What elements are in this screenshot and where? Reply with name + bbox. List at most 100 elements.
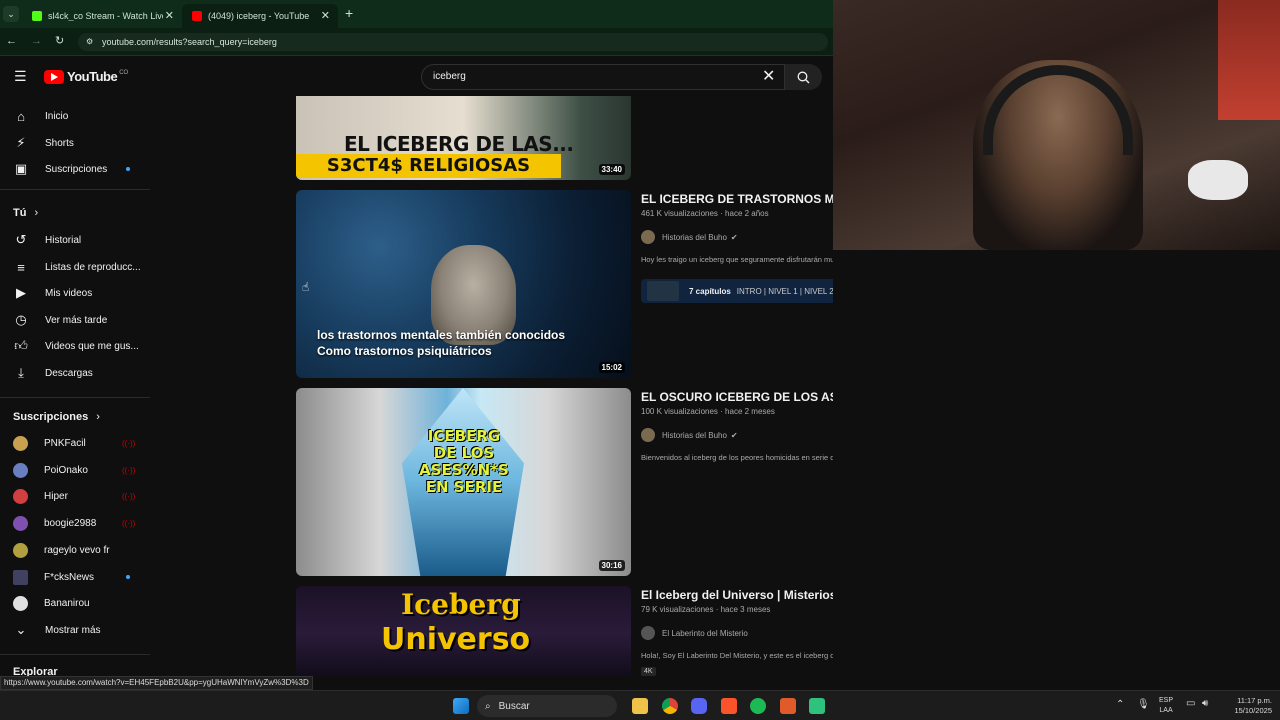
sidebar-item-label: Ver más tarde bbox=[45, 314, 108, 326]
channel-name: F*cksNews bbox=[44, 571, 95, 583]
duration-badge: 30:16 bbox=[598, 560, 625, 571]
network-icon[interactable]: ▭ bbox=[1186, 698, 1195, 709]
background-decor bbox=[1218, 0, 1280, 120]
avatar bbox=[13, 595, 28, 611]
sidebar-item-subscriptions[interactable]: ▣ Suscripciones bbox=[0, 156, 150, 182]
chapters-bar[interactable]: 7 capítulos INTRO | NIVEL 1 | NIVEL 2 | … bbox=[641, 279, 833, 303]
sidebar-item-label: Inicio bbox=[45, 110, 69, 122]
search-input[interactable]: iceberg ✕ bbox=[421, 64, 785, 90]
duration-badge: 15:02 bbox=[598, 362, 625, 373]
video-meta: 100 K visualizaciones · hace 2 meses bbox=[641, 407, 775, 416]
search-icon bbox=[797, 71, 810, 83]
channel-name: PoiOnako bbox=[44, 464, 88, 476]
chapters-count: 7 capítulos bbox=[689, 286, 731, 296]
watch-later-icon: ◷ bbox=[15, 312, 27, 327]
sidebar-item-watch-later[interactable]: ◷ Ver más tarde bbox=[0, 307, 150, 333]
new-tab-button[interactable]: + bbox=[345, 5, 353, 21]
channel-name: PNKFacil bbox=[44, 437, 86, 449]
taskbar-search[interactable]: ⌕ Buscar bbox=[477, 695, 617, 717]
thumbnail-text: ICEBERG DE LOS ASES%N*S EN SERIE bbox=[419, 427, 509, 496]
windows-start-icon[interactable] bbox=[453, 698, 469, 714]
reload-icon[interactable]: ↻ bbox=[55, 34, 64, 47]
video-title[interactable]: El Iceberg del Universo | Misterios, Teo… bbox=[641, 588, 833, 602]
chevron-up-icon[interactable]: ⌃ bbox=[1116, 699, 1124, 710]
video-thumbnail[interactable]: ICEBERG DE LOS ASES%N*S EN SERIE 30:16 bbox=[296, 388, 631, 576]
sidebar-item-channel[interactable]: F*cksNews bbox=[0, 564, 150, 590]
tab-list-button[interactable]: ⌄ bbox=[3, 6, 19, 22]
volume-icon[interactable]: 🔊︎ bbox=[1202, 698, 1208, 709]
chrome-icon[interactable] bbox=[662, 698, 678, 714]
language-line-1: ESP bbox=[1159, 697, 1174, 704]
sidebar-item-your-videos[interactable]: ▶ Mis videos bbox=[0, 280, 150, 306]
sidebar-item-history[interactable]: ↺ Historial bbox=[0, 227, 150, 253]
video-title[interactable]: EL ICEBERG DE TRASTORNOS MENTALES bbox=[641, 192, 833, 206]
hand-cursor-icon: ☝ bbox=[302, 280, 310, 294]
clock[interactable]: 11:17 p.m. 15/10/2025 bbox=[1222, 696, 1272, 716]
subs-header-label: Suscripciones bbox=[13, 411, 89, 423]
background-decor bbox=[1188, 160, 1248, 200]
thumbnail-text: Iceberg bbox=[401, 588, 521, 621]
history-icon: ↺ bbox=[15, 232, 27, 247]
new-content-dot bbox=[126, 575, 130, 579]
thumbnail-text: EL ICEBERG DE LAS... bbox=[344, 132, 574, 156]
app-icon[interactable] bbox=[809, 698, 825, 714]
sidebar-item-channel[interactable]: Hiper ((·)) bbox=[0, 483, 150, 509]
video-title[interactable]: EL OSCURO ICEBERG DE LOS ASES%N*S EN SER… bbox=[641, 390, 833, 404]
video-thumbnail[interactable]: Iceberg Universo bbox=[296, 586, 631, 676]
sidebar-item-channel[interactable]: PoiOnako ((·)) bbox=[0, 457, 150, 483]
sidebar-item-playlists[interactable]: ≡ Listas de reproducc... bbox=[0, 254, 150, 280]
sidebar-item-home[interactable]: ⌂ Inicio bbox=[0, 103, 150, 129]
sidebar-item-shorts[interactable]: ⚡ Shorts bbox=[0, 130, 150, 156]
divider bbox=[0, 654, 150, 655]
video-thumbnail[interactable]: EL ICEBERG DE LAS... S3CT4$ RELIGIOSAS 3… bbox=[296, 96, 631, 180]
sidebar-item-downloads[interactable]: ⤓ Descargas bbox=[0, 360, 150, 386]
avatar bbox=[13, 435, 28, 451]
tab-youtube[interactable]: (4049) iceberg - YouTube ✕ bbox=[182, 4, 338, 28]
show-more-button[interactable]: ⌄ Mostrar más bbox=[0, 617, 150, 643]
video-meta: 79 K visualizaciones · hace 3 meses bbox=[641, 605, 771, 614]
brave-icon[interactable] bbox=[721, 698, 737, 714]
explore-header-label: Explorar bbox=[13, 666, 58, 676]
divider bbox=[0, 397, 150, 398]
language-indicator[interactable]: ESP LAA bbox=[1159, 696, 1173, 716]
thumbnail-text: Universo bbox=[381, 622, 531, 657]
shorts-icon: ⚡ bbox=[16, 135, 26, 150]
spotify-icon[interactable] bbox=[750, 698, 766, 714]
avatar bbox=[13, 542, 28, 558]
file-explorer-icon[interactable] bbox=[632, 698, 648, 714]
microphone-icon[interactable]: 🎙︎ bbox=[1137, 699, 1150, 710]
sidebar-item-channel[interactable]: boogie2988 ((·)) bbox=[0, 510, 150, 536]
shield-icon[interactable] bbox=[780, 698, 796, 714]
your-videos-icon: ▶ bbox=[16, 285, 26, 300]
sidebar-item-channel[interactable]: rageylo vevo fr bbox=[0, 537, 150, 563]
url-input[interactable]: ⚙ youtube.com/results?search_query=icebe… bbox=[78, 33, 828, 51]
site-info-icon[interactable]: ⚙ bbox=[86, 33, 93, 51]
close-icon[interactable]: ✕ bbox=[165, 9, 174, 22]
channel-link[interactable]: Historias del Buho ✔ bbox=[641, 230, 738, 244]
avatar bbox=[13, 462, 28, 478]
live-icon: ((·)) bbox=[122, 519, 136, 528]
sidebar-item-liked[interactable]: 👍︎ Videos que me gus... bbox=[0, 333, 150, 359]
playlists-icon: ≡ bbox=[17, 259, 25, 275]
tab-label: (4049) iceberg - YouTube bbox=[208, 11, 310, 21]
clear-search-icon[interactable]: ✕ bbox=[762, 65, 775, 89]
you-section-header[interactable]: Tú › bbox=[13, 207, 38, 219]
sidebar-item-channel[interactable]: PNKFacil ((·)) bbox=[0, 430, 150, 456]
forward-icon[interactable]: → bbox=[31, 35, 42, 47]
video-description: Bienvenidos al iceberg de los peores hom… bbox=[641, 453, 833, 462]
search-value: iceberg bbox=[433, 71, 466, 82]
search-button[interactable] bbox=[785, 64, 822, 90]
subscriptions-section-header[interactable]: Suscripciones › bbox=[13, 411, 100, 423]
sidebar-item-label: Mis videos bbox=[45, 287, 93, 299]
link-preview: https://www.youtube.com/watch?v=EH45FEpb… bbox=[0, 676, 313, 690]
video-thumbnail[interactable]: los trastornos mentales también conocido… bbox=[296, 190, 631, 378]
channel-link[interactable]: El Laberinto del Misterio bbox=[641, 626, 748, 640]
sidebar-item-channel[interactable]: Bananirou bbox=[0, 590, 150, 616]
close-icon[interactable]: ✕ bbox=[321, 9, 330, 22]
chevron-down-icon: ⌄ bbox=[15, 622, 27, 637]
back-icon[interactable]: ← bbox=[6, 35, 17, 47]
discord-icon[interactable] bbox=[691, 698, 707, 714]
tab-stream[interactable]: sl4ck_co Stream - Watch Live o ✕ bbox=[22, 4, 182, 28]
channel-link[interactable]: Historias del Buho ✔ bbox=[641, 428, 738, 442]
video-description: Hoy les traigo un iceberg que segurament… bbox=[641, 255, 833, 264]
